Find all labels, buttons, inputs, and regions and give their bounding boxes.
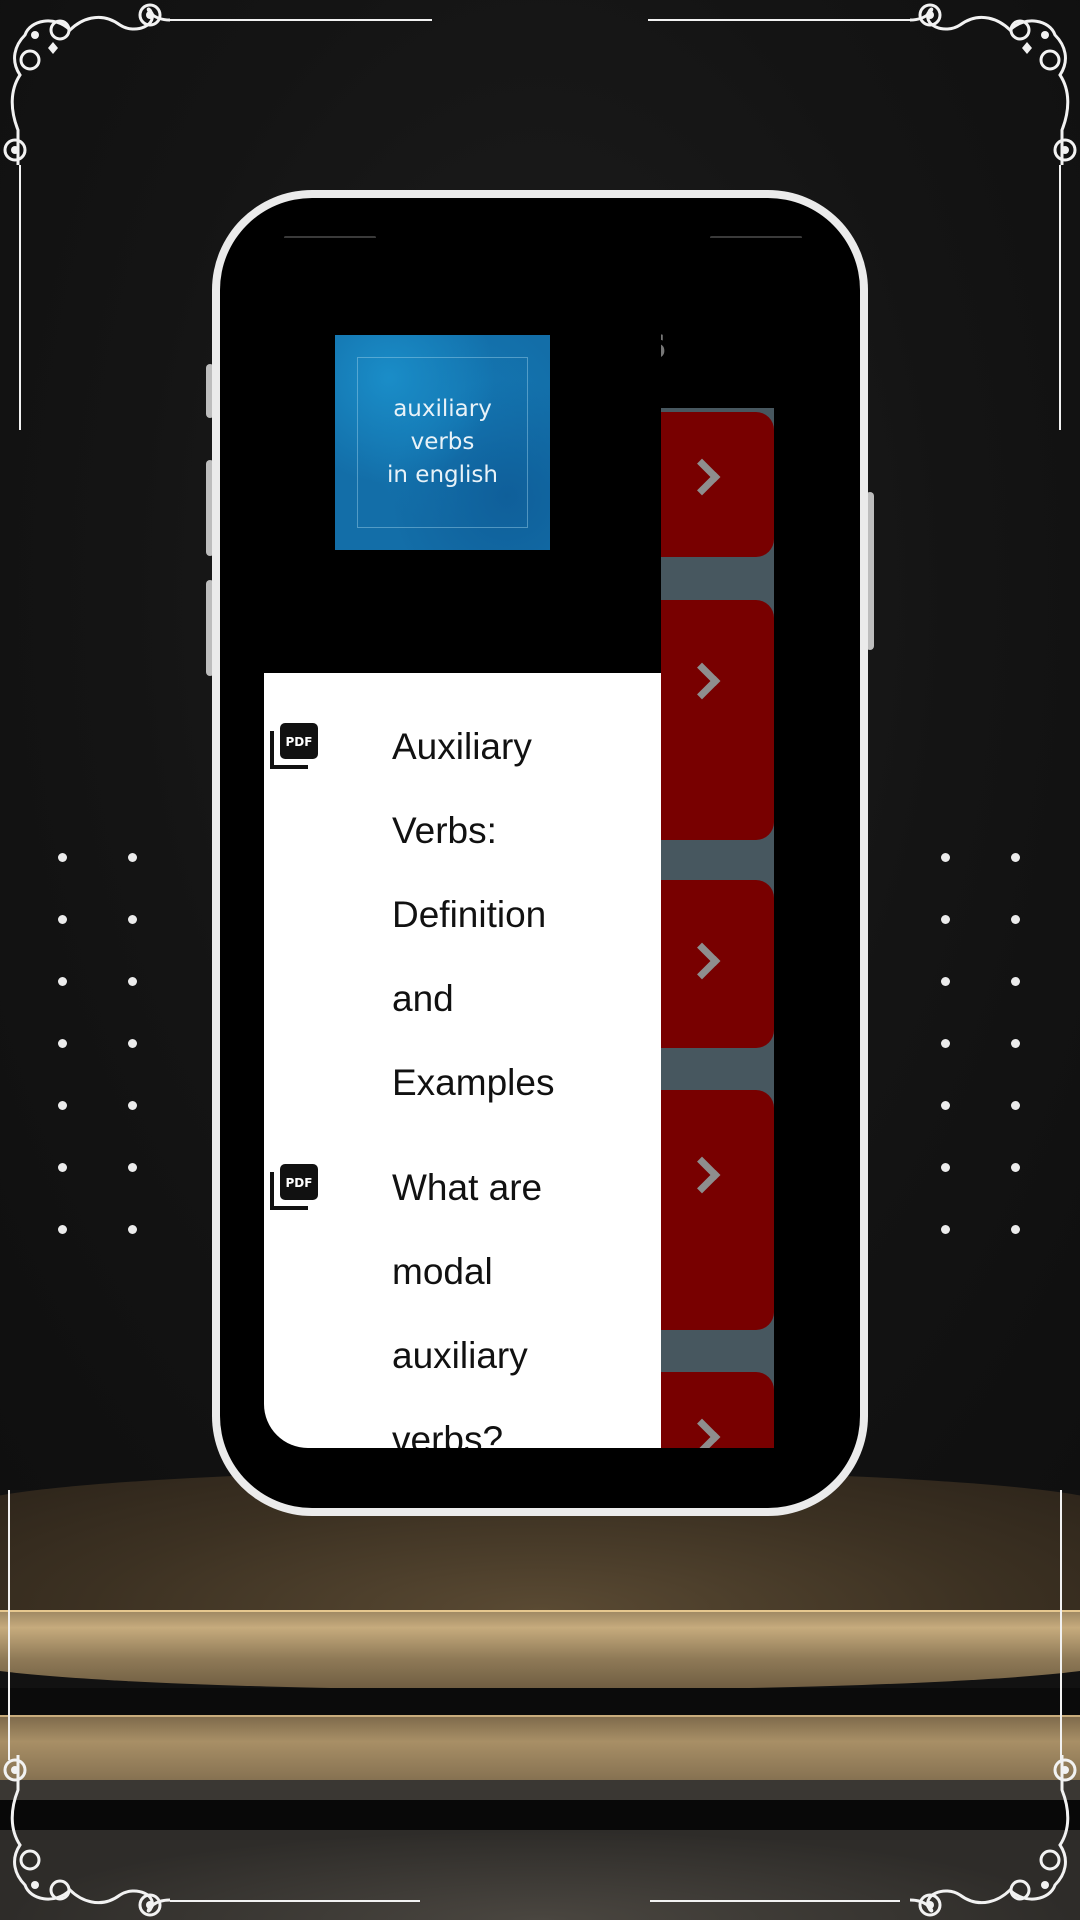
dot [58,1101,67,1110]
frame-line-left-upper [19,165,21,430]
frame-line-top-left [170,19,432,21]
svg-text:PDF: PDF [286,1176,313,1190]
drawer-item-modal-auxiliary-verbs[interactable]: PDF What are modal auxiliary verbs? [264,1146,661,1448]
pedestal-rim-upper [0,1610,1080,1690]
dot [58,1039,67,1048]
dot [1011,1225,1020,1234]
dot [941,1101,950,1110]
label-line: and [392,978,454,1019]
dot [1011,915,1020,924]
drawer-item-auxiliary-verbs-definition[interactable]: PDF Auxiliary Verbs: Definition and Exam… [264,705,661,1125]
pdf-icon: PDF [270,723,318,769]
label-line: What are [392,1167,543,1208]
app-cover-image: auxiliary verbs in english [335,335,550,550]
frame-line-right-lower [1060,1490,1062,1760]
dot [941,977,950,986]
frame-line-right-upper [1059,165,1061,430]
dot [128,853,137,862]
dot [128,1163,137,1172]
cover-line-3: in english [387,462,498,488]
dot [58,915,67,924]
label-line: auxiliary [392,1335,528,1376]
label-line: verbs? [392,1419,504,1448]
chevron-right-icon [683,1156,721,1194]
dot [1011,853,1020,862]
dot [941,1163,950,1172]
dot [128,1101,137,1110]
label-line: Auxiliary [392,726,532,767]
chevron-right-icon [683,662,721,700]
phone-mockup: rbs 3 y ry ? [212,190,868,1516]
dot [58,977,67,986]
chevron-right-icon [683,942,721,980]
dot [128,915,137,924]
dot [58,1163,67,1172]
cover-line-1: auxiliary [393,396,492,422]
label-line: Examples [392,1062,555,1103]
dot [1011,1101,1020,1110]
dot-grid-right [941,853,1080,1234]
frame-line-left-lower [8,1490,10,1760]
svg-text:PDF: PDF [286,735,313,749]
dot [1011,1039,1020,1048]
dot [128,977,137,986]
cover-text: auxiliary verbs in english [335,393,550,492]
flourish-icon [909,1755,1077,1917]
drawer-item-label: What are modal auxiliary verbs? [392,1146,652,1448]
dot [1011,1163,1020,1172]
flourish-icon [909,3,1077,165]
dot-grid-left [58,853,198,1234]
flourish-icon [3,1755,171,1917]
flourish-icon [3,3,171,165]
corner-ornament-bottom-right [909,1750,1080,1920]
app-screen: rbs 3 y ry ? [264,238,824,1448]
frame-line-bottom-right [650,1900,900,1902]
corner-ornament-top-left [0,0,171,170]
dot [941,1039,950,1048]
frame-line-top-right [648,19,910,21]
cover-line-2: verbs [410,429,475,455]
label-line: modal [392,1251,493,1292]
chevron-right-icon [683,1418,721,1448]
corner-ornament-top-right [909,0,1080,170]
navigation-drawer: auxiliary verbs in english PDF Auxiliary… [264,238,661,1448]
pdf-icon: PDF [270,1164,318,1210]
dot [941,915,950,924]
corner-ornament-bottom-left [0,1750,171,1920]
dot [58,853,67,862]
dot [1011,977,1020,986]
dot [128,1039,137,1048]
dot [128,1225,137,1234]
label-line: Definition [392,894,547,935]
dot [941,1225,950,1234]
frame-line-bottom-left [170,1900,420,1902]
label-line: Verbs: [392,810,497,851]
dot [58,1225,67,1234]
chevron-right-icon [683,458,721,496]
phone-bezel: rbs 3 y ry ? [220,198,860,1508]
drawer-item-label: Auxiliary Verbs: Definition and Examples [392,705,652,1125]
dot [941,853,950,862]
drawer-menu: PDF Auxiliary Verbs: Definition and Exam… [264,673,661,1448]
drawer-header: auxiliary verbs in english [264,238,661,673]
